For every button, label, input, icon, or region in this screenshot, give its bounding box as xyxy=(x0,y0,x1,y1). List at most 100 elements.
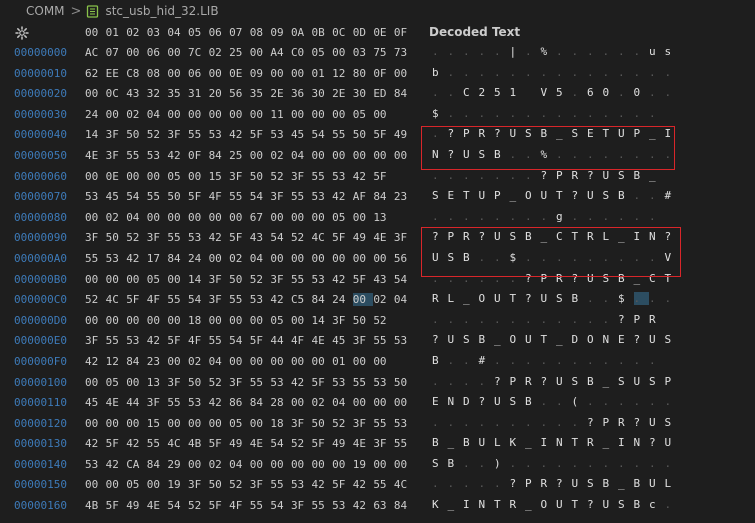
hex-byte[interactable]: 63 xyxy=(373,499,394,512)
hex-byte[interactable]: 4B xyxy=(85,499,106,512)
hex-byte[interactable]: 18 xyxy=(270,417,291,430)
hex-byte[interactable]: 00 xyxy=(85,314,106,327)
decoded-char[interactable]: . xyxy=(572,66,588,79)
decoded-char[interactable]: . xyxy=(448,375,464,388)
hex-byte[interactable]: 02 xyxy=(126,108,147,121)
hex-byte[interactable]: 12 xyxy=(106,355,127,368)
hex-byte[interactable]: 55 xyxy=(167,396,188,409)
hex-byte[interactable]: 42 xyxy=(353,499,374,512)
decoded-char[interactable]: B xyxy=(525,395,541,408)
decoded-char[interactable]: . xyxy=(463,45,479,58)
hex-byte[interactable]: 3F xyxy=(188,478,209,491)
decoded-char[interactable]: I xyxy=(618,436,634,449)
decoded-char[interactable]: . xyxy=(541,210,557,223)
hex-byte[interactable]: 50 xyxy=(353,128,374,141)
decoded-char[interactable]: U xyxy=(572,477,588,490)
decoded-char[interactable]: B xyxy=(587,375,603,388)
hex-byte[interactable]: 53 xyxy=(394,417,415,430)
decoded-char[interactable]: U xyxy=(479,189,495,202)
hex-byte[interactable]: 4B xyxy=(188,437,209,450)
decoded-char[interactable]: . xyxy=(510,107,526,120)
hex-byte[interactable]: 3F xyxy=(209,293,230,306)
hex-byte[interactable]: 00 xyxy=(332,149,353,162)
hex-byte[interactable]: 00 xyxy=(373,458,394,471)
decoded-char[interactable]: P xyxy=(556,169,572,182)
hex-byte[interactable]: 53 xyxy=(332,499,353,512)
decoded-char[interactable]: . xyxy=(587,66,603,79)
decoded-char[interactable]: P xyxy=(665,375,681,388)
decoded-char[interactable]: D xyxy=(463,395,479,408)
decoded-char[interactable]: U xyxy=(541,189,557,202)
decoded-char[interactable]: E xyxy=(618,333,634,346)
decoded-char[interactable]: g xyxy=(556,210,572,223)
decoded-char[interactable]: . xyxy=(541,457,557,470)
decoded-char[interactable]: . xyxy=(463,107,479,120)
decoded-char[interactable]: . xyxy=(510,354,526,367)
hex-byte[interactable]: 00 xyxy=(373,355,394,368)
decoded-char[interactable]: . xyxy=(494,272,510,285)
decoded-char[interactable]: ? xyxy=(448,148,464,161)
hex-byte[interactable]: 00 xyxy=(353,149,374,162)
hex-byte[interactable]: 04 xyxy=(332,396,353,409)
decoded-char[interactable]: O xyxy=(525,189,541,202)
decoded-char[interactable]: . xyxy=(525,66,541,79)
decoded-char[interactable]: . xyxy=(572,148,588,161)
hex-byte[interactable]: 55 xyxy=(167,293,188,306)
hex-byte[interactable]: EE xyxy=(106,67,127,80)
decoded-char[interactable]: . xyxy=(525,354,541,367)
hex-byte[interactable]: 00 xyxy=(209,417,230,430)
decoded-char[interactable]: . xyxy=(665,292,681,305)
hex-byte[interactable]: 15 xyxy=(209,170,230,183)
decoded-char[interactable] xyxy=(525,86,541,99)
hex-byte[interactable]: 00 xyxy=(229,211,250,224)
hex-byte[interactable]: 50 xyxy=(188,376,209,389)
hex-byte[interactable]: 50 xyxy=(106,231,127,244)
decoded-char[interactable]: . xyxy=(649,86,665,99)
hex-byte[interactable]: 3F xyxy=(106,149,127,162)
decoded-char[interactable]: R xyxy=(541,477,557,490)
decoded-char[interactable]: . xyxy=(494,354,510,367)
decoded-char[interactable]: U xyxy=(603,169,619,182)
decoded-char[interactable]: ? xyxy=(587,498,603,511)
hex-byte[interactable]: 52 xyxy=(188,499,209,512)
decoded-char[interactable]: . xyxy=(603,107,619,120)
hex-byte[interactable]: 04 xyxy=(229,458,250,471)
decoded-char[interactable]: B xyxy=(603,477,619,490)
hex-byte[interactable]: 56 xyxy=(394,252,415,265)
hex-byte[interactable]: 45 xyxy=(332,334,353,347)
hex-byte[interactable]: 14 xyxy=(312,314,333,327)
hex-byte[interactable]: 45 xyxy=(106,190,127,203)
hex-byte[interactable]: 55 xyxy=(270,478,291,491)
hex-byte[interactable]: 05 xyxy=(126,478,147,491)
hex-byte[interactable]: 52 xyxy=(126,231,147,244)
hex-byte[interactable]: 3F xyxy=(85,334,106,347)
hex-byte[interactable]: 42 xyxy=(147,334,168,347)
hex-byte[interactable]: 04 xyxy=(291,149,312,162)
decoded-char[interactable]: P xyxy=(634,313,650,326)
decoded-char[interactable]: ? xyxy=(556,477,572,490)
hex-byte[interactable]: 55 xyxy=(312,499,333,512)
hex-byte[interactable]: 29 xyxy=(167,458,188,471)
decoded-char[interactable]: B xyxy=(463,251,479,264)
hex-byte[interactable]: 5F xyxy=(106,499,127,512)
hex-byte[interactable]: C8 xyxy=(126,67,147,80)
hex-byte[interactable]: 84 xyxy=(312,293,333,306)
decoded-char[interactable]: . xyxy=(448,313,464,326)
decoded-char[interactable]: S xyxy=(665,333,681,346)
decoded-char[interactable]: . xyxy=(603,251,619,264)
hex-byte[interactable]: 31 xyxy=(188,87,209,100)
decoded-char[interactable]: _ xyxy=(494,333,510,346)
decoded-char[interactable]: . xyxy=(603,354,619,367)
hex-byte[interactable]: 84 xyxy=(126,355,147,368)
hex-byte[interactable]: 00 xyxy=(291,314,312,327)
decoded-char[interactable]: R xyxy=(463,230,479,243)
decoded-char[interactable]: ? xyxy=(587,416,603,429)
decoded-char[interactable]: . xyxy=(432,477,448,490)
decoded-char[interactable]: 5 xyxy=(494,86,510,99)
decoded-char[interactable]: _ xyxy=(525,436,541,449)
hex-byte[interactable]: 44 xyxy=(126,396,147,409)
decoded-char[interactable]: . xyxy=(649,107,665,120)
hex-byte[interactable]: 53 xyxy=(188,231,209,244)
decoded-char[interactable]: S xyxy=(618,498,634,511)
decoded-char[interactable]: . xyxy=(525,251,541,264)
